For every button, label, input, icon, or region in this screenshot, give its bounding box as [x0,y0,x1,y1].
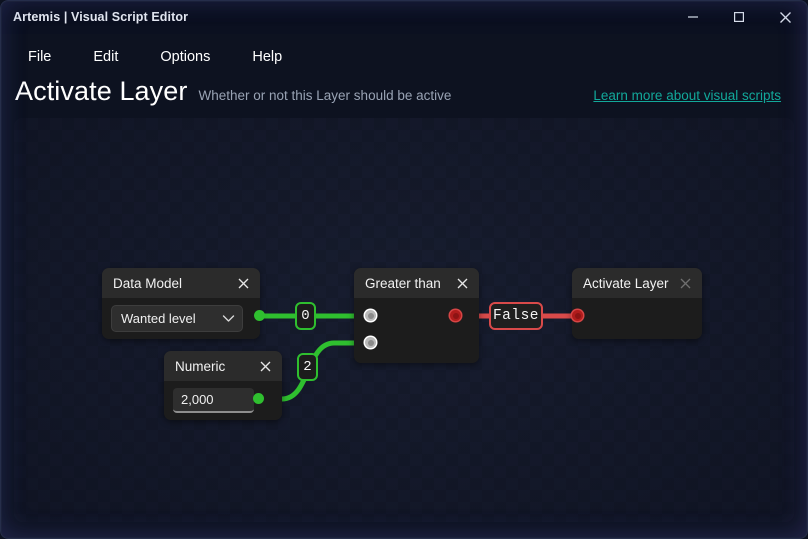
wire-badge-false[interactable]: False [489,302,543,330]
app-window: Artemis | Visual Script Editor File Edit… [0,0,808,539]
menu-item-file[interactable]: File [18,45,61,69]
wire-badge-0[interactable]: 0 [295,302,316,330]
title-bar: Artemis | Visual Script Editor [0,0,808,34]
pin-input-greater-than-b[interactable] [365,337,376,348]
node-body [354,298,479,363]
close-icon[interactable] [454,275,470,291]
menu-item-options[interactable]: Options [150,45,220,69]
learn-more-link[interactable]: Learn more about visual scripts [593,88,781,103]
data-model-select-value: Wanted level [121,311,196,326]
node-title: Activate Layer [583,275,669,291]
chevron-down-icon [222,314,235,323]
maximize-button[interactable] [716,0,762,34]
node-header[interactable]: Activate Layer [572,268,702,298]
close-icon[interactable] [235,275,251,291]
pin-input-greater-than-a[interactable] [365,310,376,321]
close-icon[interactable] [677,275,693,291]
numeric-value-text: 2,000 [181,392,214,407]
close-button[interactable] [762,0,808,34]
window-controls [670,0,808,34]
window-title: Artemis | Visual Script Editor [13,10,189,24]
close-icon[interactable] [257,358,273,374]
page-header: Activate Layer Whether or not this Layer… [0,76,808,118]
node-header[interactable]: Data Model [102,268,260,298]
menu-item-edit[interactable]: Edit [83,45,128,69]
menu-item-help[interactable]: Help [242,45,292,69]
data-model-select[interactable]: Wanted level [111,305,243,332]
node-title: Greater than [365,275,441,291]
node-numeric[interactable]: Numeric 2,000 [164,351,282,420]
node-body: 2,000 [164,381,282,420]
node-body: Wanted level [102,298,260,339]
wire-badge-2[interactable]: 2 [297,353,318,381]
minimize-button[interactable] [670,0,716,34]
page-subtitle: Whether or not this Layer should be acti… [198,88,452,103]
pin-output-numeric[interactable] [253,393,264,404]
node-header[interactable]: Greater than [354,268,479,298]
node-title: Numeric [175,358,226,374]
menu-bar: File Edit Options Help [0,34,808,79]
node-title: Data Model [113,275,183,291]
node-body [572,298,702,339]
pin-output-greater-than[interactable] [450,310,461,321]
pin-output-data-model[interactable] [254,310,265,321]
script-canvas[interactable]: Data Model Wanted level Numeric 2,000 Gr… [14,118,794,522]
node-activate-layer[interactable]: Activate Layer [572,268,702,339]
numeric-value-input[interactable]: 2,000 [173,388,254,413]
pin-input-activate-layer[interactable] [572,310,583,321]
node-header[interactable]: Numeric [164,351,282,381]
page-title: Activate Layer [15,76,188,106]
node-data-model[interactable]: Data Model Wanted level [102,268,260,339]
